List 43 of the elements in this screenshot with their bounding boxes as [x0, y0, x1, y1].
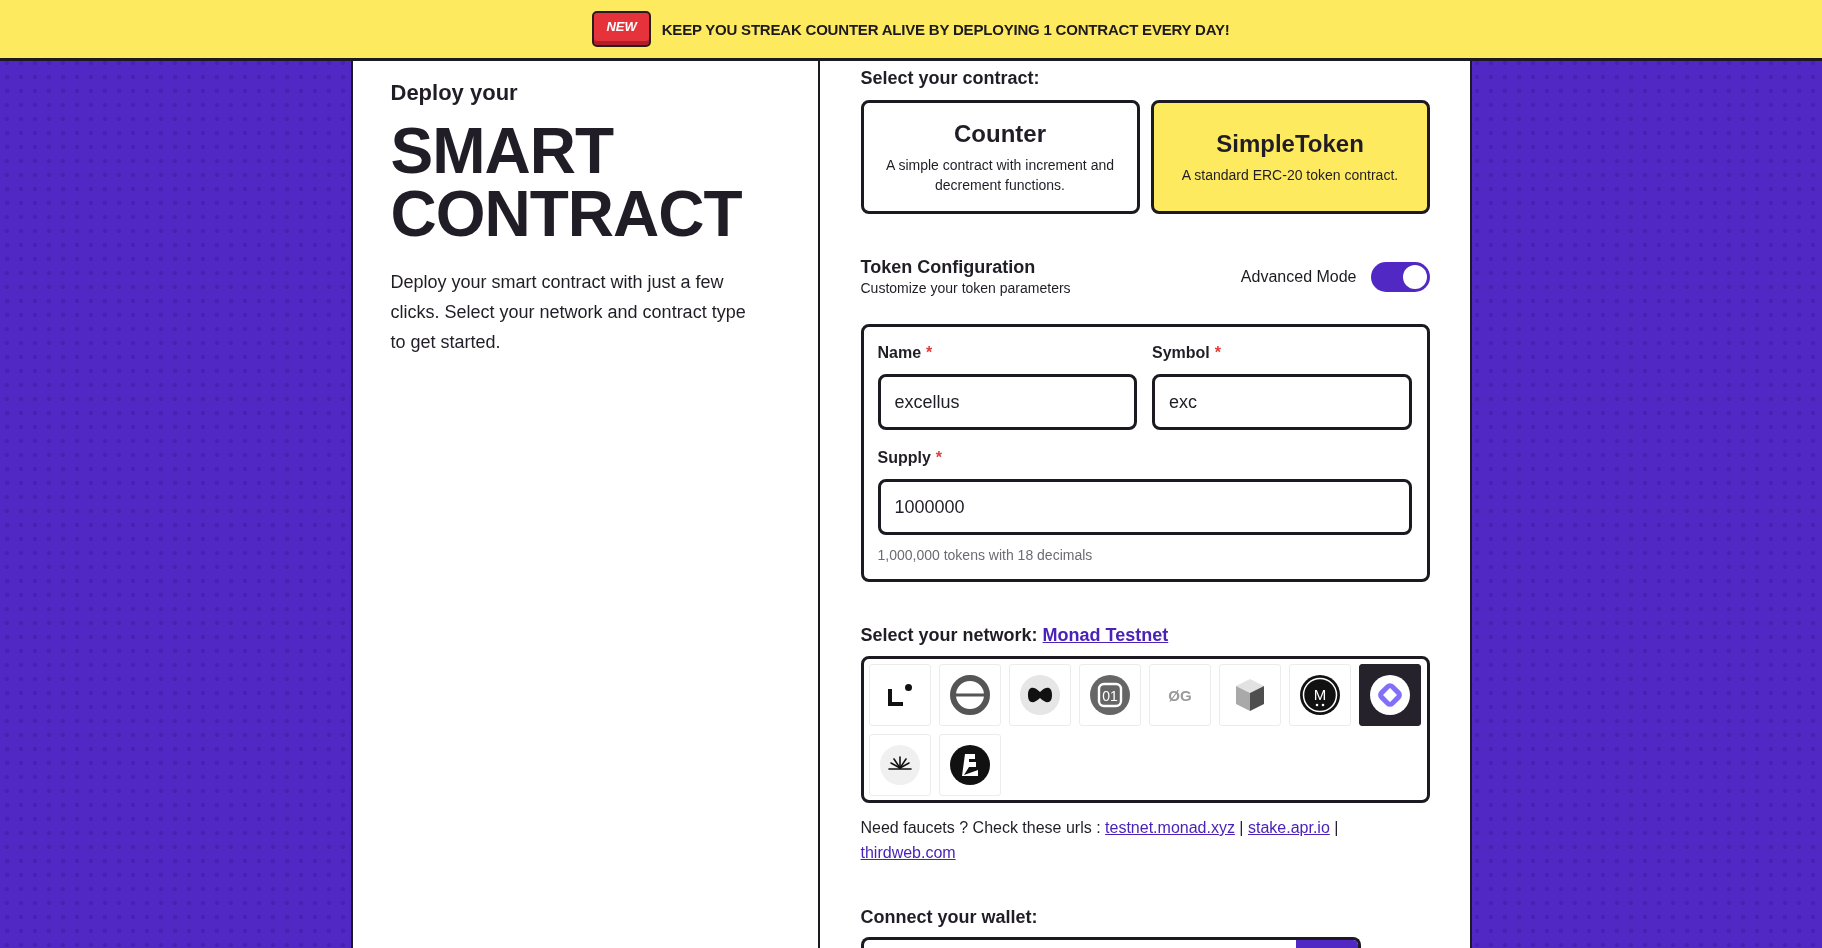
wallet-heading: Connect your wallet:	[860, 906, 1039, 928]
steps-disc-icon	[949, 745, 990, 785]
ring-bar-icon	[949, 675, 990, 715]
field-label: Name	[877, 343, 922, 363]
letter-logo-icon: ØG	[1165, 687, 1194, 703]
faucet-link[interactable]: stake.apr.io	[1247, 819, 1330, 836]
field-label: Symbol	[1152, 343, 1210, 363]
network-heading: Select your network: Monad Testnet	[860, 624, 1170, 646]
required-asterisk: *	[935, 448, 943, 468]
required-asterisk: *	[926, 343, 933, 363]
field-hint: 1,000,000 tokens with 18 decimals	[877, 546, 1094, 565]
field-label: Supply	[877, 448, 931, 468]
network-option[interactable]: 01	[1078, 664, 1141, 726]
new-badge: NEW	[592, 11, 651, 47]
network-option[interactable]	[1358, 664, 1421, 726]
faucet-link[interactable]: testnet.monad.xyz	[1105, 819, 1235, 836]
contract-heading: Select your contract:	[860, 67, 1041, 89]
sunburst-icon	[879, 745, 920, 785]
banner-message: KEEP YOU STREAK COUNTER ALIVE BY DEPLOYING 1 CONTRACT EVERY DAY!	[661, 20, 1230, 38]
diamond-disc-icon	[1369, 675, 1410, 715]
config-subtitle: Customize your token parameters	[860, 280, 1071, 297]
text-input[interactable]: exc	[1152, 374, 1412, 430]
faucet-link[interactable]: thirdweb.com	[860, 844, 956, 861]
contract-option[interactable]: SimpleToken A standard ERC-20 token contract.	[1150, 100, 1430, 214]
contract-option[interactable]: Counter A simple contract with increment and decrement functions.	[860, 100, 1140, 214]
intro-description: Deploy your smart contract with just a few clicks. Select your network and contract type to get started.	[390, 271, 747, 354]
number-badge-icon: 01	[1089, 675, 1130, 715]
network-option[interactable]: M	[1288, 664, 1351, 726]
wallet-field[interactable]	[860, 937, 1361, 948]
required-asterisk: *	[1214, 343, 1222, 363]
text-input[interactable]: excellus	[877, 374, 1137, 430]
cube-icon	[1234, 678, 1265, 712]
intro-kicker: Deploy your	[390, 79, 519, 107]
advanced-mode-toggle[interactable]	[1370, 261, 1430, 292]
letter-disc-icon: M	[1299, 675, 1340, 715]
config-title: Token Configuration	[860, 256, 1037, 278]
bowtie-icon	[1019, 675, 1060, 715]
hero-title: SMART CONTRACT	[390, 120, 743, 246]
text-input[interactable]: 1000000	[877, 479, 1412, 535]
faucet-note: Need faucets ? Check these urls : testnet.monad.xyz | stake.apr.io | thirdweb.com	[860, 818, 1340, 863]
toggle-label: Advanced Mode	[1240, 266, 1357, 287]
network-link[interactable]: Monad Testnet	[1042, 625, 1169, 645]
corner-dot-icon	[887, 684, 912, 706]
